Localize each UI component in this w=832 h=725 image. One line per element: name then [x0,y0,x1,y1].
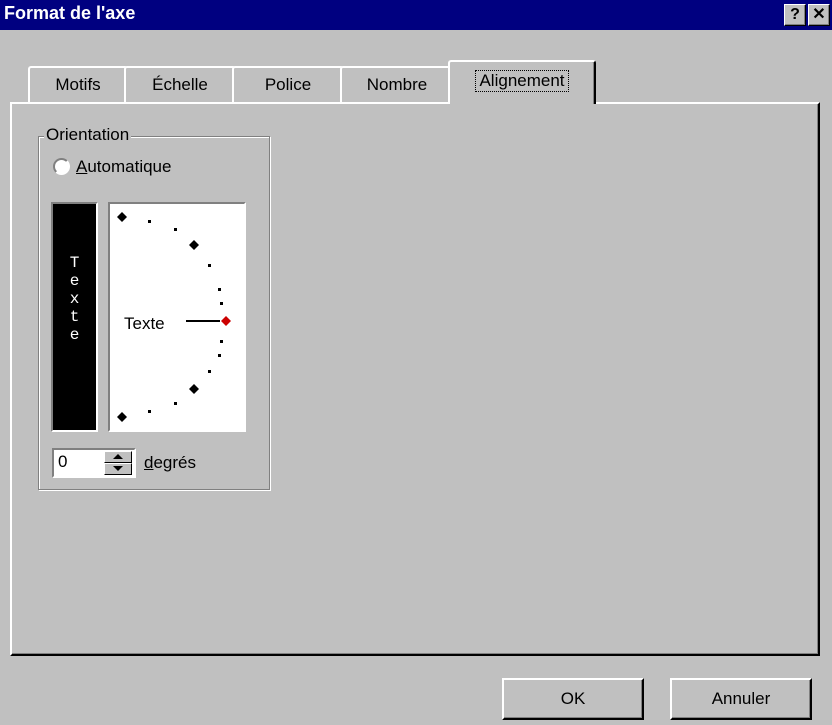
dial-dot [148,220,151,223]
cancel-label: Annuler [711,689,771,708]
dial-marker-minus90 [117,412,127,422]
orientation-group-label: Orientation [44,125,132,145]
dial-dot [174,228,177,231]
dial-pointer-marker [221,316,231,326]
degrees-value: 0 [58,452,68,471]
close-icon: ✕ [812,6,826,23]
degrees-label: degrés [144,453,196,472]
tab-motifs-label: Motifs [55,75,101,94]
dial-marker-60 [189,240,199,250]
vertical-text: T e x t e [69,254,80,344]
degrees-down-button[interactable] [104,463,132,475]
cancel-button[interactable]: Annuler [670,678,812,720]
orientation-dial[interactable]: Texte [108,202,246,432]
tab-police[interactable]: Police [232,66,344,102]
dial-dot [174,402,177,405]
dial-text: Texte [124,314,165,333]
automatique-radio[interactable] [53,158,70,175]
chevron-down-icon [113,466,123,471]
help-button[interactable]: ? [784,4,806,26]
tab-police-label: Police [264,75,312,94]
tab-motifs[interactable]: Motifs [28,66,128,102]
dial-dot [148,410,151,413]
title-bar: Format de l'axe ? ✕ [0,0,832,30]
tab-alignement[interactable]: Alignement [448,60,596,104]
tab-nombre-label: Nombre [366,75,428,94]
vertical-text-box[interactable]: T e x t e [51,202,98,432]
dial-dot [218,354,221,357]
tab-echelle[interactable]: Échelle [124,66,236,102]
tab-echelle-label: Échelle [152,75,208,94]
dial-dot [220,302,223,305]
tab-nombre[interactable]: Nombre [340,66,454,102]
ok-label: OK [560,689,586,708]
dial-marker-minus60 [189,384,199,394]
dial-dot [220,340,223,343]
ok-button[interactable]: OK [502,678,644,720]
help-icon: ? [790,6,800,23]
chevron-up-icon [113,454,123,459]
close-button[interactable]: ✕ [808,4,830,26]
automatique-radio-label[interactable]: Automatique [76,157,171,177]
dial-marker-90 [117,212,127,222]
dial-dot [218,288,221,291]
dial-dot [208,370,211,373]
window-title: Format de l'axe [4,3,136,23]
dial-dot [208,264,211,267]
degrees-up-button[interactable] [104,451,132,463]
tab-alignement-label: Alignement [475,70,569,92]
